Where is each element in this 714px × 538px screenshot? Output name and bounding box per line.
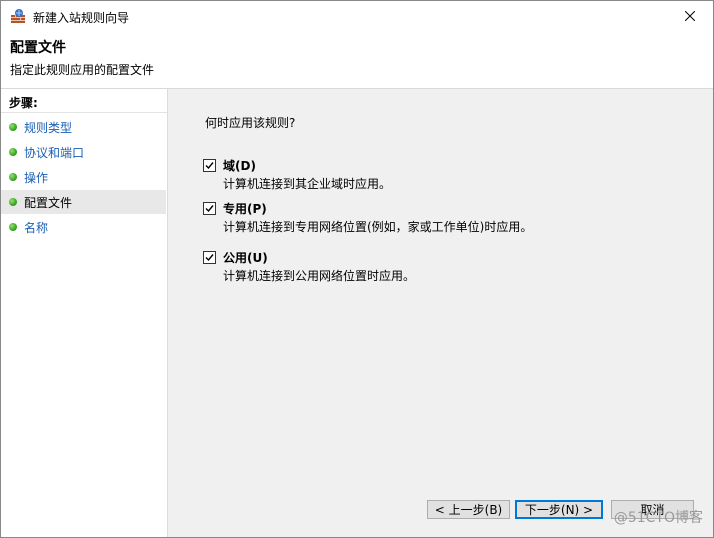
private-label[interactable]: 专用(P) (223, 200, 267, 217)
status-dot-icon (9, 173, 17, 181)
steps-title: 步骤: (9, 96, 38, 110)
status-dot-icon (9, 223, 17, 231)
question-text: 何时应用该规则? (205, 116, 296, 130)
step-action[interactable]: 操作 (1, 165, 166, 189)
private-checkbox[interactable] (203, 202, 216, 215)
step-label: 操作 (24, 171, 49, 185)
firewall-icon (10, 8, 26, 24)
status-dot-icon (9, 148, 17, 156)
step-name[interactable]: 名称 (1, 215, 166, 239)
page-subtitle: 指定此规则应用的配置文件 (10, 63, 155, 77)
steps-sidebar: 步骤: 规则类型 协议和端口 操作 配置文件 名称 (1, 89, 168, 537)
status-dot-icon (9, 123, 17, 131)
domain-label[interactable]: 域(D) (223, 157, 256, 174)
public-label[interactable]: 公用(U) (223, 249, 268, 266)
check-icon (205, 205, 214, 213)
main-content: 何时应用该规则? 域(D) 计算机连接到其企业域时应用。 专用(P) 计算机连接… (168, 89, 713, 537)
wizard-window: 新建入站规则向导 配置文件 指定此规则应用的配置文件 步骤: 规则类型 协议和端… (0, 0, 714, 538)
public-description: 计算机连接到公用网络位置时应用。 (223, 269, 416, 283)
step-label: 配置文件 (24, 196, 73, 210)
window-title: 新建入站规则向导 (33, 11, 130, 25)
close-icon (685, 11, 695, 21)
check-icon (205, 254, 214, 262)
step-rule-type[interactable]: 规则类型 (1, 115, 166, 139)
step-protocol-port[interactable]: 协议和端口 (1, 140, 166, 164)
steps-divider (1, 112, 167, 113)
close-button[interactable] (667, 1, 713, 31)
title-bar: 新建入站规则向导 (1, 1, 713, 31)
status-dot-icon (9, 198, 17, 206)
check-icon (205, 162, 214, 170)
step-label: 协议和端口 (24, 146, 85, 160)
page-title: 配置文件 (10, 40, 66, 56)
back-button[interactable]: < 上一步(B) (427, 500, 510, 519)
wizard-header: 配置文件 指定此规则应用的配置文件 (1, 31, 713, 89)
domain-description: 计算机连接到其企业域时应用。 (223, 177, 392, 191)
next-button[interactable]: 下一步(N) > (515, 500, 603, 519)
step-label: 规则类型 (24, 121, 73, 135)
watermark: @51CTO博客 (613, 510, 703, 526)
domain-checkbox[interactable] (203, 159, 216, 172)
public-checkbox[interactable] (203, 251, 216, 264)
private-description: 计算机连接到专用网络位置(例如，家或工作单位)时应用。 (223, 220, 533, 234)
step-label: 名称 (24, 221, 49, 235)
step-profile[interactable]: 配置文件 (1, 190, 166, 214)
